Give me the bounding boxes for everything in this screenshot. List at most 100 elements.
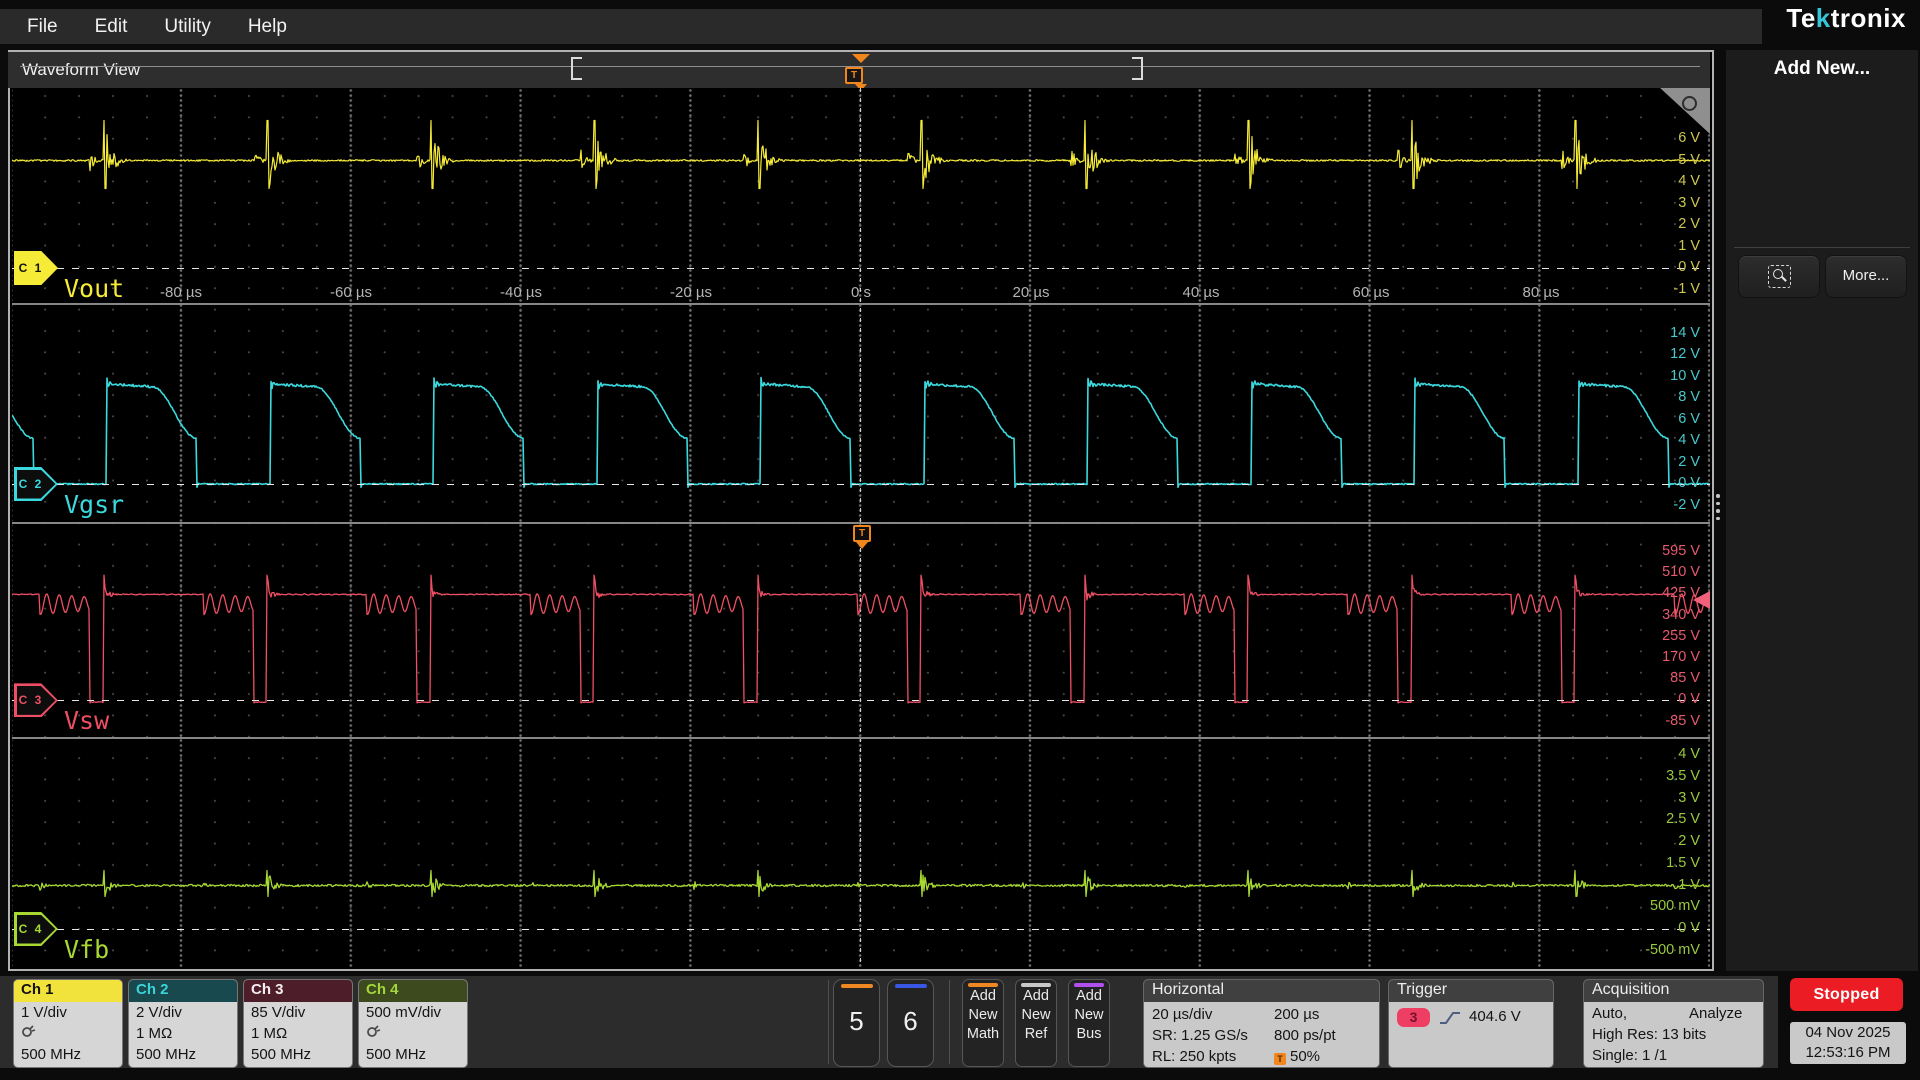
channel-card-title: Ch 4 [359, 980, 467, 1002]
channel-badge-label: C 4 [18, 922, 44, 936]
channel-badge-label: C 1 [18, 261, 44, 275]
scope-badge-5[interactable]: 5 [833, 979, 880, 1067]
channel-scale: 85 V/div [251, 1004, 306, 1021]
voltage-label: 0 V [1678, 259, 1700, 275]
more-button[interactable]: More... [1825, 255, 1907, 298]
channel-coupling: 1 MΩ [251, 1025, 288, 1042]
channel-badge-label: C 3 [18, 693, 44, 708]
channel-coupling: 1 MΩ [136, 1025, 173, 1042]
voltage-label: 3 V [1678, 789, 1700, 806]
zero-reference-line-c3 [12, 700, 1710, 702]
add-new-bus-button[interactable]: Add New Bus [1068, 979, 1110, 1067]
channel-card-ch2[interactable]: Ch 2 2 V/div 1 MΩ 500 MHz [128, 979, 238, 1068]
brand-logo-k: k [1815, 3, 1831, 33]
time-label: -60 µs [330, 284, 372, 301]
add-new-label-line: New [968, 1007, 998, 1023]
sample-rate: SR: 1.25 GS/s [1152, 1027, 1248, 1044]
voltage-label: 2.5 V [1666, 811, 1700, 828]
zoom-select-icon [1767, 265, 1791, 288]
voltage-label: 6 V [1678, 410, 1700, 427]
channel-badge-c4[interactable]: C 4 [14, 912, 58, 946]
voltage-label: 3.5 V [1666, 767, 1700, 784]
brand-logo: Tektronix [1786, 3, 1906, 34]
resolution: 800 ps/pt [1274, 1027, 1336, 1044]
sidebar-add-new: Add New... CursorsCalloutMeasureSearchRe… [1726, 50, 1918, 971]
trigger-panel[interactable]: Trigger 3 404.6 V [1388, 979, 1554, 1068]
menu-item-file[interactable]: File [27, 16, 58, 38]
channel-badge-c1[interactable]: C 1 [14, 251, 58, 285]
zero-reference-line-c2 [12, 484, 1710, 485]
menu-item-edit[interactable]: Edit [95, 16, 128, 38]
time-label: 40 µs [1182, 284, 1220, 301]
acquisition-analyze: Analyze [1689, 1005, 1743, 1022]
scope-badge-6[interactable]: 6 [887, 979, 934, 1067]
channel-badge-label: C 2 [18, 477, 44, 491]
trigger-position-icon: T [1274, 1053, 1286, 1065]
record-view-bracket-left[interactable] [571, 57, 582, 80]
add-new-math-button[interactable]: Add New Math [962, 979, 1004, 1067]
menu-item-utility[interactable]: Utility [164, 16, 210, 38]
channel-card-ch4[interactable]: Ch 4 500 mV/div 500 MHz [358, 979, 468, 1068]
channel-bandwidth: 500 MHz [251, 1046, 312, 1063]
time-label: 0 s [850, 284, 872, 301]
channel-scale: 1 V/div [21, 1004, 67, 1021]
channel-card-ch3[interactable]: Ch 3 85 V/div 1 MΩ 500 MHz [243, 979, 353, 1068]
zoom-select-button[interactable] [1738, 255, 1820, 298]
menu-item-help[interactable]: Help [248, 16, 287, 38]
add-new-label-line: Add [970, 988, 996, 1004]
time-label: -80 µs [160, 284, 202, 301]
record-view-bracket-right[interactable] [1132, 57, 1143, 80]
voltage-label: 3 V [1678, 194, 1700, 211]
pane-drag-handle[interactable] [1716, 494, 1720, 524]
brand-logo-text2: tronix [1830, 3, 1906, 33]
channel-bandwidth: 500 MHz [136, 1046, 197, 1063]
trigger-source-flag-icon[interactable]: T [853, 525, 871, 542]
voltage-label: 255 V [1662, 627, 1700, 644]
brand-logo-text: Te [1786, 3, 1816, 33]
rising-edge-icon [1440, 1012, 1460, 1024]
add-new-ref-button[interactable]: Add New Ref [1015, 979, 1057, 1067]
channel-card-title: Ch 2 [129, 980, 237, 1002]
time-label: -20 µs [670, 284, 712, 301]
voltage-label: 4 V [1678, 173, 1700, 189]
acquisition-mode: Auto, [1592, 1005, 1628, 1022]
scope-badge-colorbar [894, 984, 927, 988]
channel-separator [12, 303, 1710, 305]
acquisition-panel-title: Acquisition [1584, 980, 1763, 1002]
add-new-label-line: Add [1076, 988, 1102, 1004]
add-new-label-line: Bus [1076, 1026, 1102, 1042]
sidebar-title: Add New... [1773, 58, 1871, 79]
run-stop-status-badge[interactable]: Stopped [1790, 978, 1903, 1011]
channel-badge-c3[interactable]: C 3 [14, 683, 58, 718]
trigger-level-arrow-icon[interactable] [1693, 590, 1710, 609]
voltage-label: 500 mV [1650, 898, 1700, 915]
voltage-label: 85 V [1670, 670, 1700, 687]
time-label: 60 µs [1352, 284, 1390, 301]
horizontal-panel[interactable]: Horizontal 20 µs/div SR: 1.25 GS/s RL: 2… [1143, 979, 1380, 1068]
channel-coupling [359, 1023, 467, 1044]
channel-coupling [14, 1023, 122, 1044]
trigger-panel-title: Trigger [1389, 980, 1553, 1002]
voltage-label: 6 V [1678, 130, 1700, 146]
voltage-label: 5 V [1678, 151, 1700, 168]
horizontal-panel-title: Horizontal [1144, 980, 1379, 1002]
voltage-label: -1 V [1673, 280, 1700, 297]
datetime-display: 04 Nov 2025 12:53:16 PM [1790, 1022, 1906, 1064]
time-text: 12:53:16 PM [1805, 1044, 1891, 1061]
channel-bandwidth: 500 MHz [366, 1046, 427, 1063]
voltage-label: -85 V [1665, 712, 1700, 729]
trigger-position-marker-icon[interactable] [852, 54, 870, 63]
trigger-position-flag-icon[interactable]: T [845, 67, 863, 84]
channel-badge-c2[interactable]: C 2 [14, 467, 58, 501]
channel-scale: 2 V/div [136, 1004, 182, 1021]
date-text: 04 Nov 2025 [1805, 1024, 1891, 1041]
plot-area[interactable]: 8 V 6 V 5 V 4 V 3 V 2 V 1 V 0 V -1 V C 1 Vout 14 V 1… [12, 88, 1710, 967]
voltage-label: 1 V [1678, 876, 1700, 893]
channel-card-ch1[interactable]: Ch 1 1 V/div 500 MHz [13, 979, 123, 1068]
trigger-level-value: 404.6 V [1469, 1008, 1521, 1025]
sidebar-divider [1734, 247, 1910, 248]
window-duration: 200 µs [1274, 1006, 1320, 1023]
acquisition-panel[interactable]: Acquisition Auto, Analyze High Res: 13 b… [1583, 979, 1764, 1068]
menu-bar: File Edit Utility Help [0, 9, 1762, 44]
channel-separator [12, 737, 1710, 739]
